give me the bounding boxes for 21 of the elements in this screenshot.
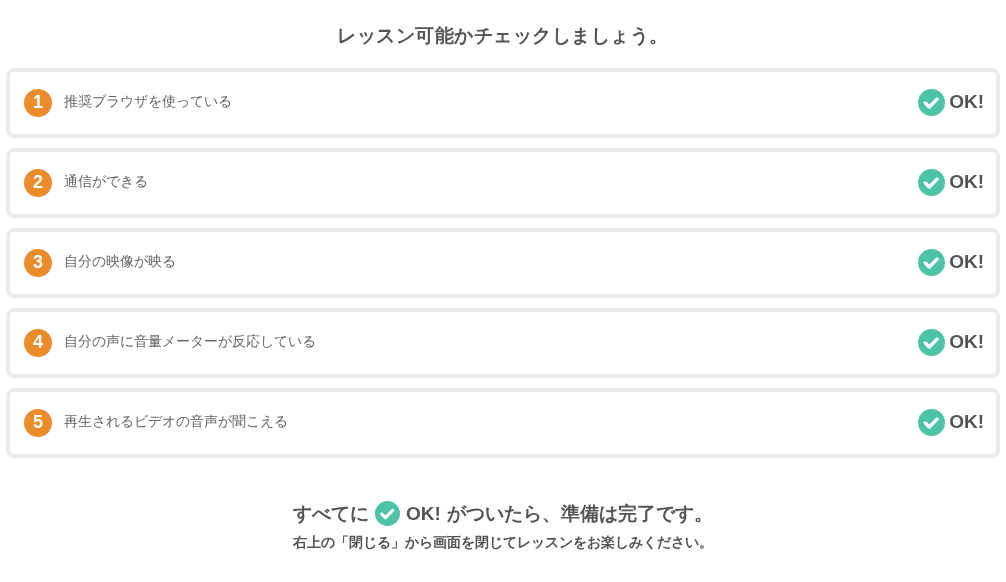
status-text: OK! [949, 330, 984, 355]
status-text: OK! [949, 250, 984, 275]
status-text: OK! [949, 170, 984, 195]
footer-text: すべてに [293, 501, 370, 526]
step-number: 5 [24, 408, 52, 437]
page-title: レッスン可能かチェックしましょう。 [337, 24, 669, 48]
footer-note: 右上の「閉じる」から画面を閉じてレッスンをお楽しみください。 [293, 533, 713, 552]
step-number: 1 [24, 88, 52, 117]
ok-label: OK! [406, 501, 441, 526]
check-label: 自分の映像が映る [64, 251, 176, 271]
step-number: 3 [24, 248, 52, 277]
status-text: OK! [949, 90, 984, 115]
check-label: 通信ができる [64, 171, 148, 191]
status-text: OK! [949, 410, 984, 435]
footer-text: がついたら、準備は完了です。 [446, 501, 713, 526]
step-number: 2 [24, 168, 52, 197]
check-label: 自分の声に音量メーターが反応している [64, 331, 316, 351]
check-label: 再生されるビデオの音声が聞こえる [64, 411, 288, 431]
check-label: 推奨ブラウザを使っている [64, 91, 232, 111]
step-number: 4 [24, 328, 52, 357]
check-icon [375, 501, 401, 527]
